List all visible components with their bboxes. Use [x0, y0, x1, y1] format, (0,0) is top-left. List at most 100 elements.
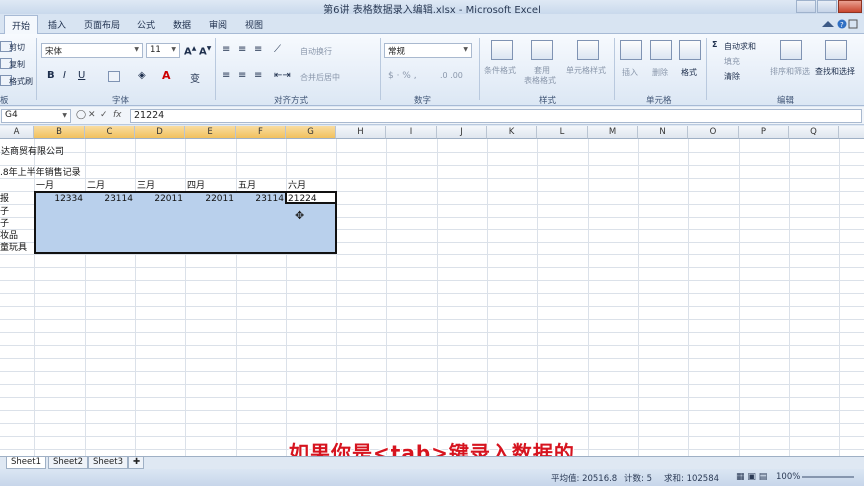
- row-label-cell[interactable]: 妆品: [0, 230, 18, 242]
- cancel-icon[interactable]: ✕: [88, 110, 96, 120]
- insert-sheet-icon[interactable]: ✚: [128, 457, 144, 469]
- column-header-m[interactable]: M: [588, 126, 638, 139]
- underline-icon[interactable]: U: [78, 70, 85, 81]
- column-header-a[interactable]: A: [0, 126, 34, 139]
- column-header-l[interactable]: L: [537, 126, 588, 139]
- font-color-icon[interactable]: A: [162, 69, 171, 82]
- worksheet-grid[interactable]: A B C D E F G H I J K L M N O P Q 达商贸有限公…: [0, 126, 864, 456]
- number-format-select[interactable]: 常规 ▼: [384, 43, 472, 58]
- value-cell[interactable]: 22011: [185, 193, 234, 205]
- month-header-cell[interactable]: 五月: [238, 180, 256, 192]
- conditional-format-button[interactable]: 条件格式: [484, 65, 516, 76]
- close-button[interactable]: [838, 0, 862, 13]
- value-cell[interactable]: 12334: [34, 193, 83, 205]
- font-size-select[interactable]: 11 ▼: [146, 43, 180, 58]
- grow-font-icon[interactable]: A▲: [184, 45, 196, 57]
- column-header-q[interactable]: Q: [789, 126, 839, 139]
- cell-styles-button[interactable]: 单元格样式: [566, 65, 606, 76]
- column-header-d[interactable]: D: [135, 126, 185, 139]
- column-header-g[interactable]: G: [286, 126, 336, 139]
- row-label-cell[interactable]: 子: [0, 218, 9, 230]
- align-middle-icon[interactable]: ≡: [238, 44, 246, 55]
- tab-view[interactable]: 视图: [245, 18, 263, 31]
- name-box[interactable]: G4 ▼: [1, 109, 71, 123]
- orientation-icon[interactable]: ⟋: [274, 44, 281, 55]
- tab-insert[interactable]: 插入: [48, 18, 66, 31]
- format-cells-button[interactable]: 格式: [681, 67, 697, 78]
- value-cell[interactable]: 23114: [85, 193, 133, 205]
- italic-icon[interactable]: I: [63, 70, 66, 81]
- sheet-tab-1[interactable]: Sheet1: [6, 457, 46, 469]
- help-icon[interactable]: ?: [818, 18, 858, 30]
- minimize-button[interactable]: [796, 0, 816, 13]
- column-header-b[interactable]: B: [34, 126, 85, 139]
- column-header-o[interactable]: O: [688, 126, 739, 139]
- column-header-j[interactable]: J: [437, 126, 487, 139]
- autosum-button[interactable]: 自动求和: [724, 41, 756, 52]
- tab-page-layout[interactable]: 页面布局: [84, 18, 120, 31]
- sheet-tab-2[interactable]: Sheet2: [48, 457, 88, 469]
- clear-button[interactable]: 清除: [724, 71, 740, 82]
- find-select-button[interactable]: 查找和选择: [815, 66, 855, 77]
- tab-formulas[interactable]: 公式: [137, 18, 155, 31]
- column-header-f[interactable]: F: [236, 126, 286, 139]
- column-header-k[interactable]: K: [487, 126, 537, 139]
- column-header-e[interactable]: E: [185, 126, 236, 139]
- tab-review[interactable]: 审阅: [209, 18, 227, 31]
- fill-color-icon[interactable]: ◈: [138, 70, 146, 81]
- shrink-font-icon[interactable]: A▼: [199, 45, 211, 57]
- view-normal-icon[interactable]: ▦ ▣ ▤: [736, 472, 767, 482]
- value-cell[interactable]: 23114: [236, 193, 284, 205]
- collapse-icon[interactable]: ◯: [76, 110, 86, 120]
- enter-icon[interactable]: ✓: [100, 110, 108, 120]
- decimal-icon[interactable]: .0 .00: [440, 71, 463, 80]
- currency-icon[interactable]: $ · % ,: [388, 71, 417, 81]
- editing-cell-value[interactable]: 21224: [288, 193, 317, 205]
- cut-button[interactable]: 剪切: [9, 42, 25, 53]
- align-center-icon[interactable]: ≡: [238, 70, 246, 81]
- month-header-cell[interactable]: 六月: [288, 180, 306, 192]
- sheet-tab-3[interactable]: Sheet3: [88, 457, 128, 469]
- row-label-cell[interactable]: 报: [0, 193, 9, 205]
- copy-button[interactable]: 复制: [9, 59, 25, 70]
- row-label-cell[interactable]: 子: [0, 206, 9, 218]
- indent-icon[interactable]: ⇤⇥: [274, 70, 291, 81]
- tab-data[interactable]: 数据: [173, 18, 191, 31]
- value-cell[interactable]: 22011: [135, 193, 183, 205]
- align-top-icon[interactable]: ≡: [222, 44, 230, 55]
- border-icon[interactable]: [108, 71, 120, 82]
- column-header-p[interactable]: P: [739, 126, 789, 139]
- month-header-cell[interactable]: 一月: [36, 180, 54, 192]
- tab-home[interactable]: 开始: [4, 15, 39, 34]
- column-header-i[interactable]: I: [386, 126, 437, 139]
- record-title-cell[interactable]: .8年上半年销售记录: [0, 167, 81, 179]
- font-name-select[interactable]: 宋体 ▼: [41, 43, 143, 58]
- bold-icon[interactable]: B: [47, 70, 55, 81]
- column-header-r[interactable]: [839, 126, 864, 139]
- align-right-icon[interactable]: ≡: [254, 70, 262, 81]
- merge-center-button[interactable]: 合并后居中: [300, 72, 340, 83]
- column-header-n[interactable]: N: [638, 126, 688, 139]
- column-header-c[interactable]: C: [85, 126, 135, 139]
- company-name-cell[interactable]: 达商贸有限公司: [1, 146, 64, 158]
- phonetic-icon[interactable]: 变: [190, 70, 200, 85]
- month-header-cell[interactable]: 二月: [87, 180, 105, 192]
- month-header-cell[interactable]: 四月: [187, 180, 205, 192]
- format-painter-button[interactable]: 格式刷: [9, 76, 33, 87]
- fill-button[interactable]: 填充: [724, 56, 740, 67]
- formula-input[interactable]: 21224: [130, 109, 862, 123]
- align-bottom-icon[interactable]: ≡: [254, 44, 262, 55]
- editing-group-label: 编辑: [777, 96, 795, 106]
- insert-function-icon[interactable]: fx: [113, 110, 122, 120]
- column-header-h[interactable]: H: [336, 126, 386, 139]
- delete-cells-button[interactable]: 删除: [652, 67, 668, 78]
- month-header-cell[interactable]: 三月: [137, 180, 155, 192]
- align-left-icon[interactable]: ≡: [222, 70, 230, 81]
- zoom-level[interactable]: 100%: [776, 472, 800, 482]
- insert-cells-button[interactable]: 插入: [622, 67, 638, 78]
- maximize-button[interactable]: [817, 0, 837, 13]
- sort-filter-button[interactable]: 排序和筛选: [770, 66, 810, 77]
- zoom-slider[interactable]: [802, 476, 854, 478]
- row-label-cell[interactable]: 童玩具: [0, 242, 27, 254]
- wrap-text-button[interactable]: 自动换行: [300, 46, 332, 57]
